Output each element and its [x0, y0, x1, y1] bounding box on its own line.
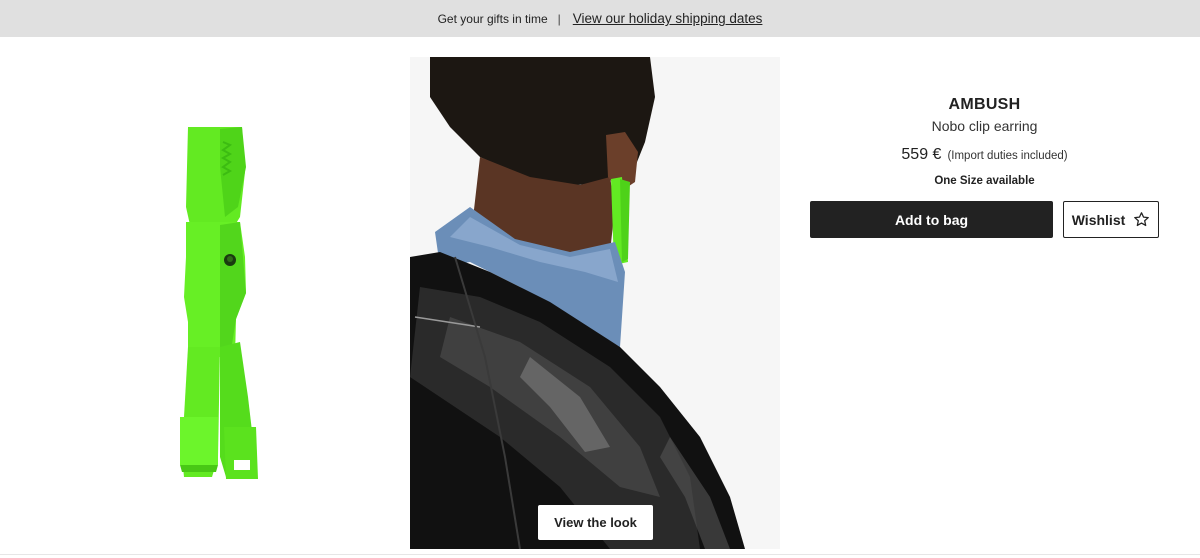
price-row: 559 € (Import duties included): [810, 146, 1159, 164]
wishlist-label: Wishlist: [1071, 211, 1126, 228]
brand-name[interactable]: AMBUSH: [810, 96, 1159, 114]
view-the-look-button[interactable]: View the look: [538, 505, 653, 540]
wishlist-button[interactable]: Wishlist: [1063, 201, 1159, 238]
add-to-bag-button[interactable]: Add to bag: [810, 201, 1053, 238]
holiday-shipping-link[interactable]: View our holiday shipping dates: [573, 11, 763, 26]
product-actions: Add to bag Wishlist: [810, 201, 1159, 238]
promo-separator: |: [557, 11, 561, 26]
promo-text: Get your gifts in time: [437, 11, 548, 26]
product-name: Nobo clip earring: [931, 118, 1038, 134]
size-availability: One Size available: [934, 175, 1035, 187]
promo-banner: Get your gifts in time | View our holida…: [0, 0, 1200, 37]
duties-note: (Import duties included): [947, 150, 1068, 162]
divider: [0, 554, 1200, 555]
product-price: 559 €: [901, 146, 942, 163]
model-wearing-earring-image: [410, 57, 780, 549]
product-info-panel: AMBUSH Nobo clip earring 559 € (Import d…: [810, 96, 1159, 238]
star-outline-icon: [1133, 211, 1150, 228]
clip-earring-image: [180, 127, 258, 479]
product-image-clip[interactable]: [60, 57, 390, 549]
product-image-model[interactable]: [410, 57, 780, 549]
